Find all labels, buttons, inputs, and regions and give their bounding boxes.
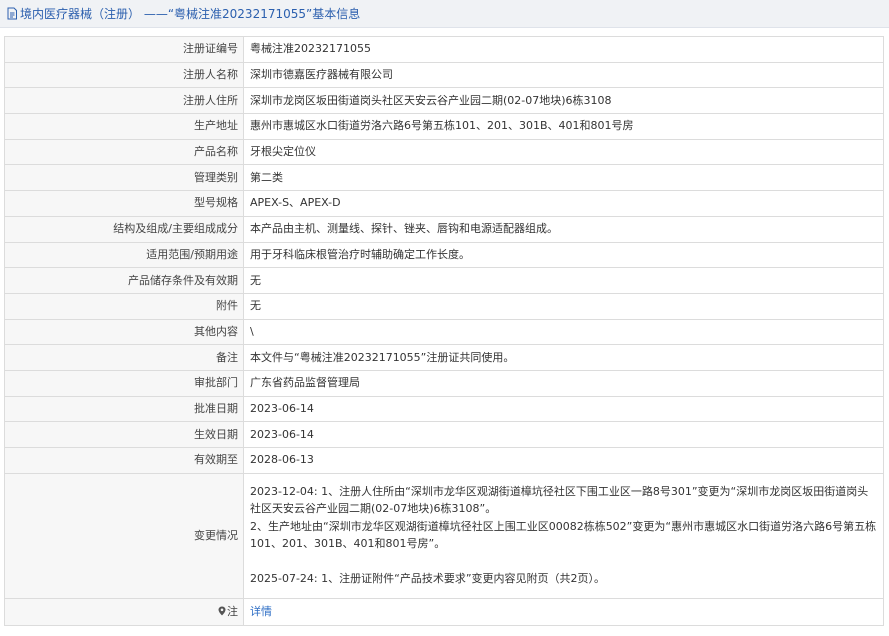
row-value: 深圳市龙岗区坂田街道岗头社区天安云谷产业园二期(02-07地块)6栋3108 xyxy=(243,87,884,115)
row-label: 生产地址 xyxy=(4,113,244,140)
row-label: 型号规格 xyxy=(4,190,244,217)
row-value: 本产品由主机、测量线、探针、锉夹、唇钩和电源适配器组成。 xyxy=(243,215,884,243)
note-row: 注 详情 xyxy=(4,597,884,626)
row-label: 其他内容 xyxy=(4,318,244,346)
table-row: 适用范围/预期用途 用于牙科临床根管治疗时辅助确定工作长度。 xyxy=(4,241,884,269)
change-entry-3: 2025-07-24: 1、注册证附件“产品技术要求”变更内容见附页（共2页）。 xyxy=(250,572,606,586)
note-label: 注 xyxy=(227,604,238,618)
page-title-bar: 境内医疗器械（注册） ——“粤械注准20232171055”基本信息 xyxy=(0,0,889,28)
row-label: 有效期至 xyxy=(4,447,244,474)
table-row: 附件无 xyxy=(4,292,884,320)
table-row: 其他内容 \ xyxy=(4,318,884,346)
row-value: 第二类 xyxy=(243,164,884,192)
change-entry-1: 2023-12-04: 1、注册人住所由“深圳市龙华区观湖街道樟坑径社区下围工业… xyxy=(250,484,869,516)
change-entry-2: 2、生产地址由“深圳市龙华区观湖街道樟坑径社区上围工业区00082栋栋502”变… xyxy=(250,519,877,551)
table-row: 生效日期 2023-06-14 xyxy=(4,421,884,448)
note-label-cell: 注 xyxy=(4,597,244,626)
page-title: 境内医疗器械（注册） ——“粤械注准20232171055”基本信息 xyxy=(20,7,361,21)
table-row: 注册人名称 深圳市德嘉医疗器械有限公司 xyxy=(4,61,884,89)
row-value: 广东省药品监督管理局 xyxy=(243,369,884,397)
row-value: 2023-06-14 xyxy=(243,421,884,448)
map-pin-icon xyxy=(218,604,226,616)
row-label: 注册人住所 xyxy=(4,87,244,115)
table-row: 注册证编号 粤械注准20232171055 xyxy=(4,36,884,63)
table-row: 产品储存条件及有效期无 xyxy=(4,267,884,294)
table-row: 产品名称 牙根尖定位仪 xyxy=(4,138,884,166)
table-row: 有效期至 2028-06-13 xyxy=(4,447,884,474)
row-value: 无 xyxy=(243,292,884,320)
row-label: 注册人名称 xyxy=(4,61,244,89)
table-row: 备注 本文件与“粤械注准20232171055”注册证共同使用。 xyxy=(4,344,884,371)
row-value: 2028-06-13 xyxy=(243,447,884,474)
row-value: 本文件与“粤械注准20232171055”注册证共同使用。 xyxy=(243,344,884,371)
changes-label: 变更情况 xyxy=(4,472,244,599)
row-value: \ xyxy=(243,318,884,346)
info-table: 注册证编号 粤械注准20232171055 注册人名称 深圳市德嘉医疗器械有限公司 … xyxy=(4,36,884,626)
table-row: 批准日期 2023-06-14 xyxy=(4,395,884,423)
row-label: 备注 xyxy=(4,344,244,371)
info-table-container: 注册证编号 粤械注准20232171055 注册人名称 深圳市德嘉医疗器械有限公司 … xyxy=(4,36,884,626)
row-value: 粤械注准20232171055 xyxy=(243,36,884,63)
row-value: 2023-06-14 xyxy=(243,395,884,423)
table-row: 管理类别 第二类 xyxy=(4,164,884,192)
document-icon xyxy=(6,7,18,20)
row-value: 牙根尖定位仪 xyxy=(243,138,884,166)
table-row: 注册人住所 深圳市龙岗区坂田街道岗头社区天安云谷产业园二期(02-07地块)6栋3… xyxy=(4,87,884,115)
row-value: APEX-S、APEX-D xyxy=(243,190,884,217)
row-value: 用于牙科临床根管治疗时辅助确定工作长度。 xyxy=(243,241,884,269)
table-row: 结构及组成/主要组成成分 本产品由主机、测量线、探针、锉夹、唇钩和电源适配器组成。 xyxy=(4,215,884,243)
details-link[interactable]: 详情 xyxy=(250,605,272,618)
row-label: 产品储存条件及有效期 xyxy=(4,267,244,294)
row-label: 结构及组成/主要组成成分 xyxy=(4,215,244,243)
row-value: 深圳市德嘉医疗器械有限公司 xyxy=(243,61,884,89)
row-label: 附件 xyxy=(4,292,244,320)
change-spacer xyxy=(250,553,877,571)
changes-row: 变更情况 2023-12-04: 1、注册人住所由“深圳市龙华区观湖街道樟坑径社… xyxy=(4,472,884,599)
row-label: 批准日期 xyxy=(4,395,244,423)
row-label: 注册证编号 xyxy=(4,36,244,63)
table-row: 生产地址 惠州市惠城区水口街道労洛六路6号第五栋101、201、301B、401和… xyxy=(4,113,884,140)
row-label: 适用范围/预期用途 xyxy=(4,241,244,269)
row-label: 生效日期 xyxy=(4,421,244,448)
row-label: 审批部门 xyxy=(4,369,244,397)
row-value: 惠州市惠城区水口街道労洛六路6号第五栋101、201、301B、401和801号… xyxy=(243,113,884,140)
changes-value: 2023-12-04: 1、注册人住所由“深圳市龙华区观湖街道樟坑径社区下围工业… xyxy=(243,472,884,599)
row-label: 产品名称 xyxy=(4,138,244,166)
note-value: 详情 xyxy=(243,597,884,626)
table-row: 型号规格 APEX-S、APEX-D xyxy=(4,190,884,217)
row-value: 无 xyxy=(243,267,884,294)
row-label: 管理类别 xyxy=(4,164,244,192)
table-row: 审批部门 广东省药品监督管理局 xyxy=(4,369,884,397)
